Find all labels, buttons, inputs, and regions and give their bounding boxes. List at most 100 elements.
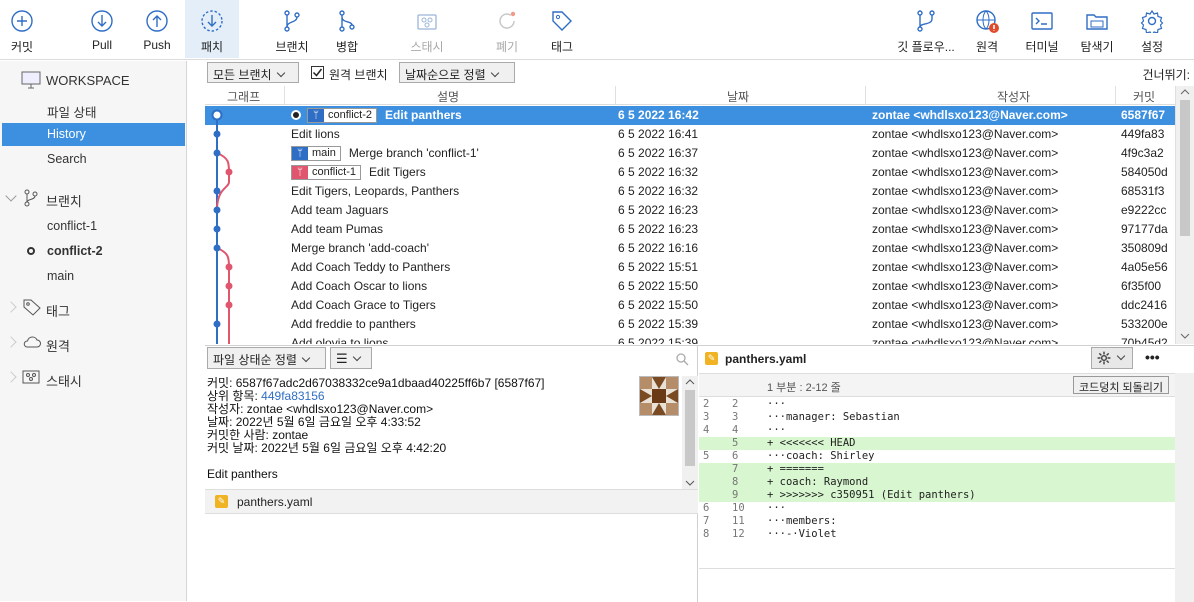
stash-header[interactable]: 스태시 <box>0 367 187 391</box>
commit-node[interactable] <box>213 187 221 195</box>
sidebar-branch-conflict-1[interactable]: conflict-1 <box>2 215 185 238</box>
col-desc[interactable]: 설명 <box>437 88 459 105</box>
commit-row[interactable]: Add freddie to panthers 6 5 2022 15:39 zon… <box>205 315 1175 334</box>
commit-node[interactable] <box>213 320 221 328</box>
search-icon[interactable] <box>675 352 689 366</box>
file-row[interactable]: ✎ panthers.yaml <box>205 489 698 514</box>
gitflow-button[interactable]: 깃 플로우... <box>893 0 959 58</box>
discard-button[interactable]: 폐기 <box>480 0 534 58</box>
discard-icon <box>499 11 516 29</box>
commit-row[interactable]: Add team Jaguars 6 5 2022 16:23 zontae <wh… <box>205 201 1175 220</box>
patch-button[interactable]: 패치 <box>185 0 239 58</box>
commit-row[interactable]: Edit Tigers, Leopards, Panthers 6 5 2022 … <box>205 182 1175 201</box>
commit-row[interactable]: Add Coach Teddy to Panthers 6 5 2022 15:5… <box>205 258 1175 277</box>
commit-node[interactable] <box>213 225 221 233</box>
commit-node[interactable] <box>213 130 221 138</box>
sort-dropdown[interactable]: 날짜순으로 정렬 <box>399 62 515 83</box>
col-graph[interactable]: 그래프 <box>227 88 260 105</box>
chevron-up-icon[interactable] <box>682 376 698 388</box>
sidebar-item-search[interactable]: Search <box>2 148 185 171</box>
commit-row[interactable]: ᛘ conflict-1 Edit Tigers 6 5 2022 16:32 zont… <box>205 163 1175 182</box>
branch-badge[interactable]: ᛘ conflict-1 <box>291 165 362 180</box>
diff-line[interactable]: 5 + <<<<<<< HEAD <box>699 437 1175 450</box>
diff-line[interactable]: 6 10 ··· <box>699 502 1175 515</box>
diff-line[interactable]: 9 + >>>>>>> c350951 (Edit panthers) <box>699 489 1175 502</box>
details-scrollbar[interactable] <box>682 376 698 489</box>
commit-row[interactable]: Edit lions 6 5 2022 16:41 zontae <whdlsxo1… <box>205 125 1175 144</box>
scrollbar-thumb[interactable] <box>1180 100 1190 236</box>
revert-hunk-button[interactable]: 코드덩치 되돌리기 <box>1073 376 1170 394</box>
col-separator[interactable] <box>1115 86 1116 105</box>
sidebar-item-file-status[interactable]: 파일 상태 <box>2 98 185 121</box>
diff-line[interactable]: 5 6 ···coach: Shirley <box>699 450 1175 463</box>
commit-row[interactable]: Add Coach Oscar to lions 6 5 2022 15:50 zo… <box>205 277 1175 296</box>
new-line-number: 6 <box>732 450 739 462</box>
commit-node[interactable] <box>225 301 233 309</box>
diff-options-button[interactable] <box>1091 347 1133 369</box>
remote-button[interactable]: 원격 <box>960 0 1014 58</box>
branch-button[interactable]: 브랜치 <box>265 0 319 58</box>
more-icon[interactable]: ••• <box>1145 349 1160 365</box>
new-line-number: 7 <box>732 463 739 475</box>
push-button[interactable]: Push <box>130 0 184 58</box>
col-separator[interactable] <box>615 86 616 105</box>
remote-branches-checkbox[interactable] <box>311 66 324 79</box>
terminal-button[interactable]: 터미널 <box>1015 0 1069 58</box>
explorer-button[interactable]: 탐색기 <box>1070 0 1124 58</box>
diff-line[interactable]: 4 4 ··· <box>699 424 1175 437</box>
branch-badge[interactable]: ᛘ conflict-2 <box>307 108 378 123</box>
head-node[interactable] <box>211 109 223 121</box>
tag-button[interactable]: 태그 <box>535 0 589 58</box>
sidebar-branch-conflict-2[interactable]: conflict-2 <box>2 240 185 263</box>
branch-badge[interactable]: ᛘ main <box>291 146 341 161</box>
branch-filter-dropdown[interactable]: 모든 브랜치 <box>207 62 299 83</box>
diff-line[interactable]: 3 3 ···manager: Sebastian <box>699 411 1175 424</box>
branches-header[interactable]: 브랜치 <box>0 187 187 211</box>
commit-node[interactable] <box>213 244 221 252</box>
commit-node[interactable] <box>225 168 233 176</box>
merge-button[interactable]: 병합 <box>320 0 374 58</box>
diff-line[interactable]: 7 + ======= <box>699 463 1175 476</box>
commit-node[interactable] <box>213 206 221 214</box>
divider <box>699 568 1175 569</box>
workspace-header[interactable]: WORKSPACE <box>0 69 187 93</box>
chevron-down-icon <box>276 68 285 78</box>
col-separator[interactable] <box>284 86 285 105</box>
list-view-dropdown[interactable]: ☰ <box>330 347 372 369</box>
tags-header[interactable]: 태그 <box>0 297 187 321</box>
chevron-down-icon[interactable] <box>1176 330 1194 342</box>
remotes-header[interactable]: 원격 <box>0 332 187 356</box>
commit-row[interactable]: ᛘ conflict-2 Edit panthers 6 5 2022 16:42 zo… <box>205 106 1175 125</box>
commit-row[interactable]: Merge branch 'add-coach' 6 5 2022 16:16 zo… <box>205 239 1175 258</box>
sidebar-item-history[interactable]: History <box>2 123 185 146</box>
diff-scrollbar[interactable] <box>1175 373 1194 602</box>
scrollbar-thumb[interactable] <box>685 390 695 466</box>
diff-line[interactable]: 7 11 ···members: <box>699 515 1175 528</box>
file-sort-dropdown[interactable]: 파일 상태순 정렬 <box>207 347 326 369</box>
col-author[interactable]: 작성자 <box>997 88 1030 105</box>
col-commit[interactable]: 커밋 <box>1133 88 1155 105</box>
stash-button[interactable]: 스태시 <box>400 0 454 58</box>
commit-node[interactable] <box>225 282 233 290</box>
diff-line[interactable]: 8 12 ···-·Violet <box>699 528 1175 541</box>
pull-button[interactable]: Pull <box>75 0 129 58</box>
settings-button[interactable]: 설정 <box>1125 0 1179 58</box>
parent-link[interactable]: 449fa83156 <box>261 389 324 403</box>
commit-row[interactable]: Add team Pumas 6 5 2022 16:23 zontae <whdl… <box>205 220 1175 239</box>
commit-row[interactable]: Add Coach Grace to Tigers 6 5 2022 15:50 z… <box>205 296 1175 315</box>
commit-button[interactable]: 커밋 <box>0 0 49 58</box>
commit-row[interactable]: ᛘ main Merge branch 'conflict-1' 6 5 2022 1… <box>205 144 1175 163</box>
diff-line[interactable]: 8 + coach: Raymond <box>699 476 1175 489</box>
modified-file-icon: ✎ <box>215 495 228 508</box>
commit-list-scrollbar[interactable] <box>1175 86 1194 344</box>
chevron-down-icon[interactable] <box>682 477 698 489</box>
commit-node[interactable] <box>225 263 233 271</box>
commit-list-header: 그래프 설명 날짜 작성자 커밋 <box>205 86 1175 105</box>
commit-row[interactable]: Add olovia to lions 6 5 2022 15:39 zontae … <box>205 334 1175 344</box>
chevron-up-icon[interactable] <box>1176 86 1194 98</box>
col-separator[interactable] <box>865 86 866 105</box>
diff-line[interactable]: 2 2 ··· <box>699 398 1175 411</box>
commit-node[interactable] <box>213 149 221 157</box>
col-date[interactable]: 날짜 <box>727 88 749 105</box>
sidebar-branch-main[interactable]: main <box>2 265 185 288</box>
